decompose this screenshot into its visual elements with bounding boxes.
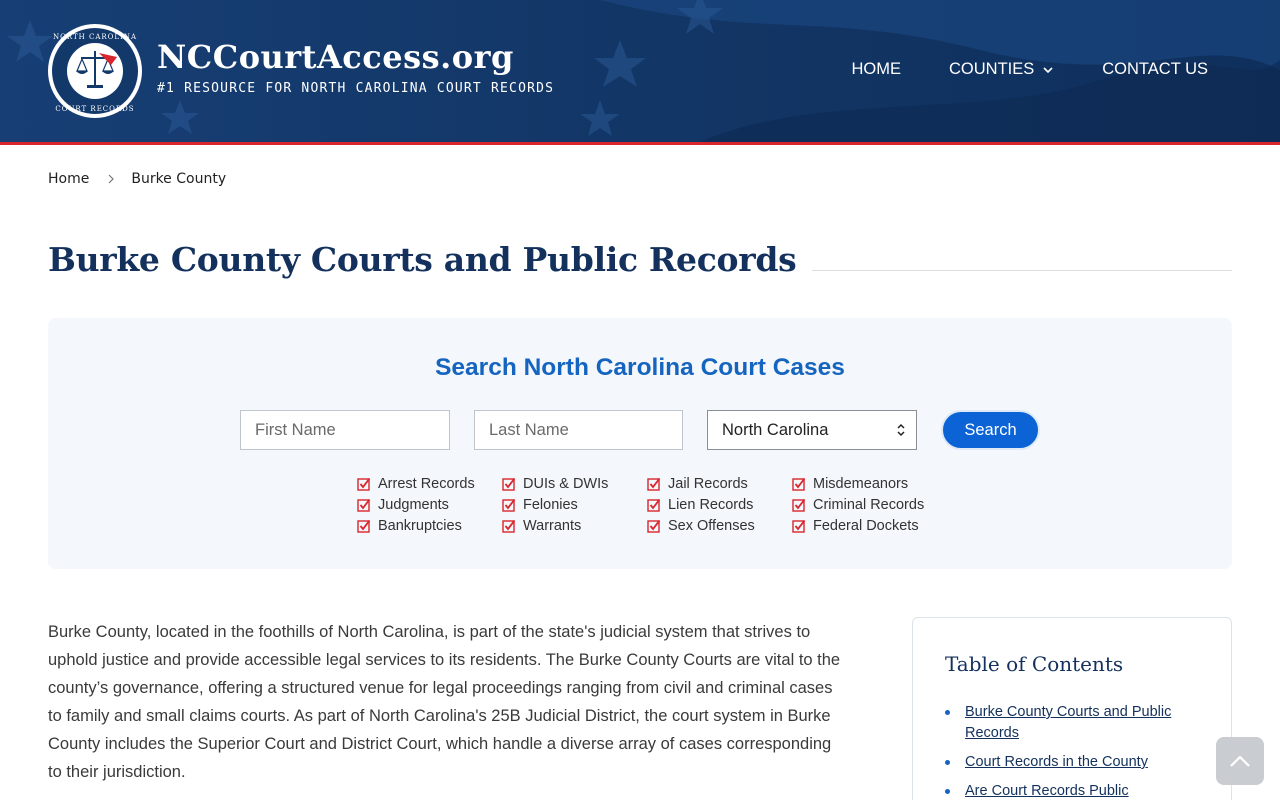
record-type-item: Criminal Records [792,496,932,514]
toc-item: Are Court Records Public [945,781,1205,800]
record-type-item: Federal Dockets [792,517,932,535]
record-type-label: Misdemeanors [813,476,909,492]
page-title-row: Burke County Courts and Public Records [48,240,1232,279]
record-types-list: Arrest Records DUIs & DWIs Jail Records … [357,475,932,535]
brand-subtitle: #1 RESOURCE FOR NORTH CAROLINA COURT REC… [157,81,555,96]
seal-top-text: NORTH CAROLINA [53,33,137,41]
table-of-contents: Table of Contents Burke County Courts an… [912,617,1232,800]
intro-paragraph: Burke County, located in the foothills o… [48,623,841,781]
state-select-value: North Carolina [722,420,829,439]
svg-text:COURT RECORDS: COURT RECORDS [55,105,134,113]
breadcrumb-current: Burke County [131,171,227,187]
nav-contact-label: CONTACT US [1102,60,1208,78]
main-nav: HOME COUNTIES CONTACT US [804,60,1209,79]
search-button[interactable]: Search [941,410,1040,450]
checkbox-checked-icon [502,498,516,512]
record-type-label: Sex Offenses [668,518,755,534]
record-type-item: Sex Offenses [647,517,792,535]
seal-bottom-text: COURT RECORDS [55,105,134,113]
nav-home-label: HOME [851,60,902,78]
chevron-up-icon [1230,755,1250,767]
record-type-item: DUIs & DWIs [502,475,647,493]
record-type-label: DUIs & DWIs [523,476,609,492]
record-type-item: Warrants [502,517,647,535]
checkbox-checked-icon [647,498,661,512]
record-type-label: Felonies [523,497,578,513]
toc-title: Table of Contents [945,652,1124,676]
record-type-item: Arrest Records [357,475,502,493]
checkbox-checked-icon [502,477,516,491]
checkbox-checked-icon [357,477,371,491]
first-name-placeholder: First Name [255,420,336,439]
select-arrows-icon [897,423,905,437]
record-type-item: Jail Records [647,475,792,493]
record-type-item: Bankruptcies [357,517,502,535]
breadcrumb: Home Burke County [48,171,226,187]
search-panel: Search North Carolina Court Cases First … [48,318,1232,569]
page-title: Burke County Courts and Public Records [48,240,797,279]
site-logo-seal[interactable]: NORTH CAROLINA COURT RECORDS [47,23,143,119]
record-type-label: Criminal Records [813,497,925,513]
record-type-label: Arrest Records [378,476,475,492]
site-header: NORTH CAROLINA COURT RECORDS NCCourtAcce… [0,0,1280,145]
checkbox-checked-icon [792,498,806,512]
checkbox-checked-icon [792,477,806,491]
record-type-item: Judgments [357,496,502,514]
brand-title[interactable]: NCCourtAccess.org [157,38,514,76]
last-name-input[interactable]: Last Name [474,410,683,450]
state-select[interactable]: North Carolina [707,410,917,450]
svg-text:NORTH CAROLINA: NORTH CAROLINA [53,33,137,41]
checkbox-checked-icon [357,519,371,533]
toc-link[interactable]: Are Court Records Public [965,783,1129,799]
record-type-label: Warrants [523,518,582,534]
toc-item: Court Records in the County [945,752,1205,773]
chevron-right-icon [108,174,115,184]
last-name-placeholder: Last Name [489,420,569,439]
nav-contact[interactable]: CONTACT US [1102,60,1208,79]
checkbox-checked-icon [502,519,516,533]
title-divider [812,270,1232,271]
search-button-label: Search [964,420,1017,439]
first-name-input[interactable]: First Name [240,410,450,450]
toc-link[interactable]: Court Records in the County [965,754,1148,770]
checkbox-checked-icon [792,519,806,533]
record-type-item: Lien Records [647,496,792,514]
toc-link[interactable]: Burke County Courts and Public Records [965,704,1171,741]
toc-item: Burke County Courts and Public Records [945,702,1205,744]
record-type-label: Federal Dockets [813,518,919,534]
nav-counties[interactable]: COUNTIES [949,60,1054,79]
record-type-label: Lien Records [668,497,754,513]
back-to-top-button[interactable] [1216,737,1264,785]
checkbox-checked-icon [647,519,661,533]
record-type-label: Bankruptcies [378,518,462,534]
breadcrumb-home[interactable]: Home [48,171,89,187]
search-heading: Search North Carolina Court Cases [435,354,845,381]
record-type-label: Jail Records [668,476,748,492]
record-type-item: Misdemeanors [792,475,932,493]
checkbox-checked-icon [647,477,661,491]
nav-home[interactable]: HOME [852,60,902,79]
chevron-down-icon [1043,66,1053,73]
toc-list: Burke County Courts and Public Records C… [945,702,1205,800]
checkbox-checked-icon [357,498,371,512]
record-type-item: Felonies [502,496,647,514]
record-type-label: Judgments [378,497,449,513]
nav-counties-label: COUNTIES [949,60,1035,78]
